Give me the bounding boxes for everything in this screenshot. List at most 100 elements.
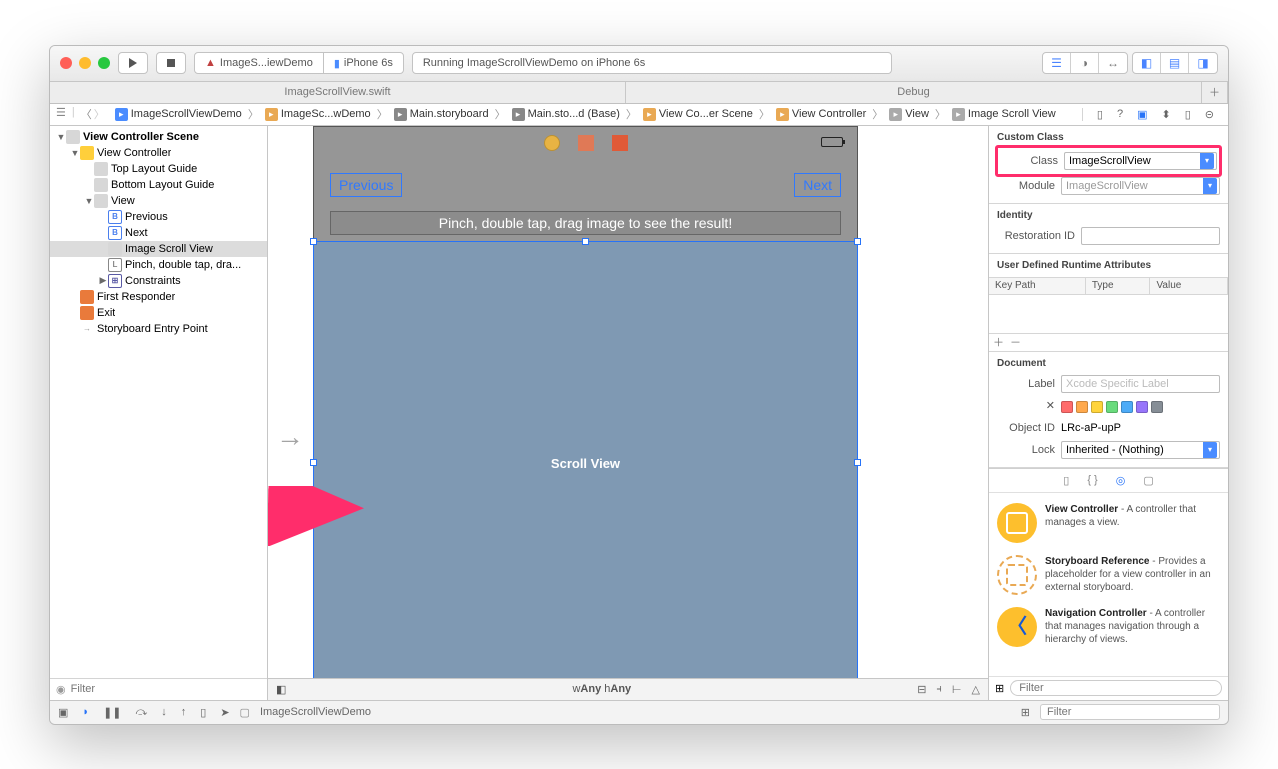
lock-select[interactable]: Inherited - (Nothing) [1061, 441, 1220, 459]
doc-label-input[interactable]: Xcode Specific Label [1061, 375, 1220, 393]
identity-inspector-icon[interactable]: ▣ [1137, 108, 1147, 121]
go-back-button[interactable]: 〈 [81, 106, 92, 122]
breadcrumb-item[interactable]: ▸Image Scroll View [948, 108, 1060, 121]
doc-outline-toggle-icon[interactable]: ◧ [276, 683, 286, 696]
breadcrumb-item[interactable]: ▸Main.sto...d (Base) [508, 108, 624, 121]
code-snippet-library-icon[interactable]: { } [1087, 474, 1097, 486]
tab-add-button[interactable]: ＋ [1202, 82, 1228, 103]
outline-row[interactable]: →Storyboard Entry Point [50, 321, 267, 337]
toggle-navigator-button[interactable]: ◧ [1133, 53, 1161, 73]
console-filter-input[interactable] [1040, 704, 1220, 720]
content-area: ▼View Controller Scene▼View ControllerTo… [50, 126, 1228, 700]
toggle-utilities-button[interactable]: ◨ [1189, 53, 1217, 73]
standard-editor-button[interactable]: ☰ [1043, 53, 1071, 73]
breadcrumb-item[interactable]: ▸Main.storyboard [390, 108, 493, 121]
ib-circle-icon [544, 135, 560, 151]
class-input[interactable]: ImageScrollView [1064, 152, 1217, 170]
tab-debug[interactable]: Debug [626, 82, 1202, 103]
tab-file[interactable]: ImageScrollView.swift [50, 82, 626, 103]
step-over-icon[interactable]: ⤼ [136, 706, 148, 719]
library-item[interactable]: View Controller - A controller that mana… [989, 497, 1228, 549]
outline-row[interactable]: Exit [50, 305, 267, 321]
ib-square-icon [612, 135, 628, 151]
object-library-icon[interactable]: ◎ [1116, 474, 1126, 487]
connections-inspector-icon[interactable]: ⊝ [1205, 108, 1214, 121]
file-template-library-icon[interactable]: ▯ [1063, 474, 1069, 487]
outline-filter-input[interactable] [71, 683, 261, 695]
col-keypath[interactable]: Key Path [989, 278, 1086, 294]
size-inspector-icon[interactable]: ▯ [1185, 108, 1191, 121]
outline-row[interactable]: LPinch, double tap, dra... [50, 257, 267, 273]
outline-row[interactable]: ▼View [50, 193, 267, 209]
breakpoint-toggle-icon[interactable]: ◗ [82, 706, 89, 719]
interface-builder-canvas[interactable]: Previous Next Pinch, double tap, drag im… [268, 126, 1228, 700]
quick-help-icon[interactable]: ? [1117, 108, 1123, 121]
breadcrumb-item[interactable]: ▸View [885, 108, 933, 121]
outline-row[interactable]: BPrevious [50, 209, 267, 225]
file-inspector-icon[interactable]: ▯ [1097, 108, 1103, 121]
outline-row[interactable]: ▼View Controller Scene [50, 129, 267, 145]
col-type[interactable]: Type [1086, 278, 1151, 294]
related-items-icon[interactable]: ☰ [56, 106, 66, 122]
step-into-icon[interactable]: ↓ [161, 706, 167, 719]
version-editor-button[interactable]: ↔ [1099, 53, 1127, 73]
assistant-editor-button[interactable]: ◑ [1071, 53, 1099, 73]
udra-table-body[interactable] [989, 295, 1228, 333]
resolve-icon[interactable]: △ [972, 683, 980, 696]
breadcrumb-item[interactable]: ▸ImageScrollViewDemo [111, 108, 246, 121]
outline-row[interactable]: Image Scroll View [50, 241, 267, 257]
udra-add-button[interactable]: ＋ [993, 334, 1004, 350]
previous-button[interactable]: Previous [330, 173, 402, 197]
image-scroll-view[interactable]: Scroll View [313, 241, 858, 678]
debug-target-label[interactable]: ImageScrollViewDemo [260, 706, 371, 718]
media-library-icon[interactable]: ▢ [1143, 474, 1153, 487]
module-input[interactable]: ImageScrollView [1061, 177, 1220, 195]
object-library: ▯ { } ◎ ▢ View Controller - A controller… [989, 468, 1228, 700]
library-item[interactable]: Storyboard Reference - Provides a placeh… [989, 549, 1228, 601]
outline-row[interactable]: ▼View Controller [50, 145, 267, 161]
breadcrumb-item[interactable]: ▸ImageSc...wDemo [261, 108, 375, 121]
breadcrumb-item[interactable]: ▸View Controller [772, 108, 870, 121]
library-item[interactable]: 〈Navigation Controller - A controller th… [989, 601, 1228, 653]
col-value[interactable]: Value [1150, 278, 1228, 294]
stop-button[interactable] [156, 52, 186, 74]
annotation-arrow [268, 486, 378, 546]
breadcrumb-item[interactable]: ▸View Co...er Scene [639, 108, 757, 121]
close-window-button[interactable] [60, 57, 72, 69]
inspector-tabs: ▯ ? ▣ ⬍ ▯ ⊝ [1082, 108, 1228, 121]
outline-row[interactable]: Top Layout Guide [50, 161, 267, 177]
identity-section: Identity Restoration ID [989, 204, 1228, 254]
next-button[interactable]: Next [794, 173, 841, 197]
go-forward-button[interactable]: 〉 [94, 106, 105, 122]
step-out-icon[interactable]: ↑ [181, 706, 187, 719]
breadcrumb[interactable]: ▸ImageScrollViewDemo〉▸ImageSc...wDemo〉▸M… [111, 106, 1082, 122]
location-icon[interactable]: ➤ [220, 706, 229, 719]
minimize-window-button[interactable] [79, 57, 91, 69]
console-grid-icon[interactable]: ⊞ [1021, 706, 1030, 719]
zoom-window-button[interactable] [98, 57, 110, 69]
stack-icon[interactable]: ⊟ [917, 683, 926, 696]
attributes-inspector-icon[interactable]: ⬍ [1162, 108, 1171, 121]
align-icon[interactable]: ⫞ [936, 683, 942, 696]
outline-row[interactable]: Bottom Layout Guide [50, 177, 267, 193]
restoration-id-input[interactable] [1081, 227, 1220, 245]
pause-icon[interactable]: ❚❚ [103, 706, 121, 719]
hide-debug-icon[interactable]: ▣ [58, 706, 68, 719]
scheme-device: iPhone 6s [344, 57, 393, 69]
outline-row[interactable]: First Responder [50, 289, 267, 305]
outline-row[interactable]: BNext [50, 225, 267, 241]
size-class-bar[interactable]: ◧ wAny hAny ⊟ ⫞ ⊢ △ [268, 678, 988, 700]
library-filter-input[interactable] [1010, 680, 1222, 696]
battery-icon [821, 137, 843, 147]
debug-view-icon[interactable]: ▯ [200, 706, 206, 719]
scheme-selector[interactable]: ▲ImageS...iewDemo ▮iPhone 6s [194, 52, 404, 74]
udra-remove-button[interactable]: － [1010, 334, 1021, 350]
run-button[interactable] [118, 52, 148, 74]
class-label: Class [1000, 155, 1058, 167]
library-grid-icon[interactable]: ⊞ [995, 682, 1004, 695]
outline-row[interactable]: ▶⊞Constraints [50, 273, 267, 289]
instruction-label: Pinch, double tap, drag image to see the… [330, 211, 841, 235]
toggle-debug-button[interactable]: ▤ [1161, 53, 1189, 73]
pin-icon[interactable]: ⊢ [952, 683, 962, 696]
label-color-swatches[interactable] [1061, 401, 1163, 413]
